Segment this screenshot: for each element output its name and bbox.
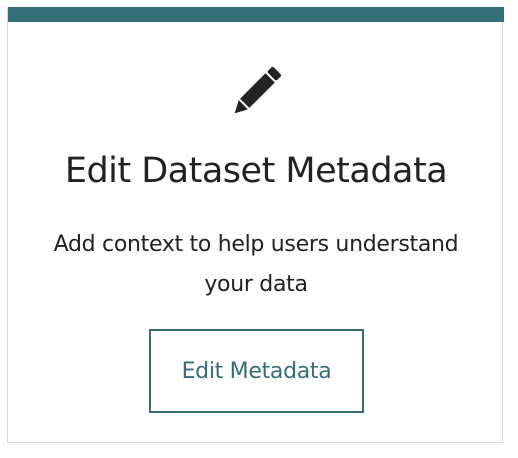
edit-metadata-button[interactable]: Edit Metadata: [149, 329, 364, 413]
pencil-icon: [234, 67, 281, 114]
card-title: Edit Dataset Metadata: [64, 151, 448, 191]
card-accent-bar: [8, 7, 504, 22]
edit-metadata-card: Edit Dataset Metadata Add context to hel…: [7, 7, 504, 443]
card-description: Add context to help users understand you…: [53, 232, 459, 297]
